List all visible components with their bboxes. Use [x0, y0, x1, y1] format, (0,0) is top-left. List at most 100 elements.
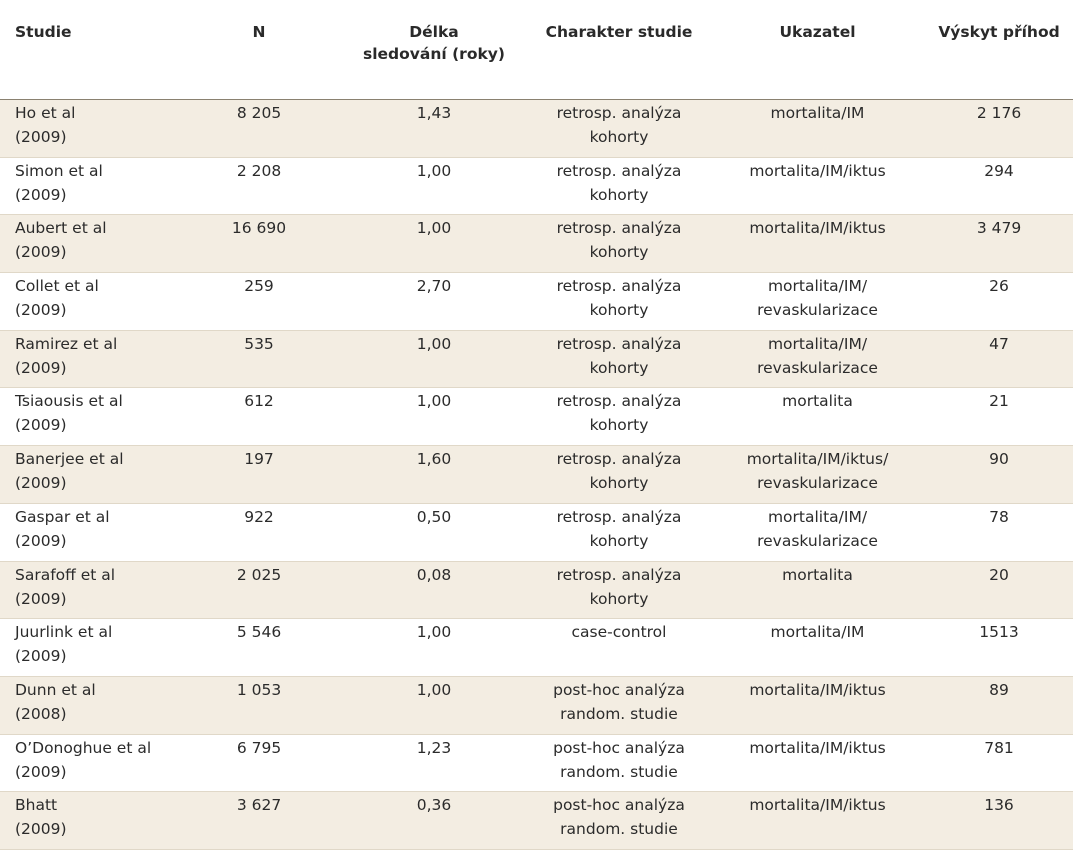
- cell-studie: Sarafoff et al (2009): [0, 561, 178, 620]
- study-name: Sarafoff et al: [15, 565, 116, 584]
- study-year: (2008): [15, 704, 67, 723]
- charakter-line2: kohorty: [589, 185, 649, 204]
- cell-studie: O’Donoghue et al (2009): [0, 734, 178, 793]
- cell-n: 2 208: [178, 157, 340, 216]
- cell-vyskyt: 21: [925, 387, 1073, 447]
- ukazatel-line1: mortalita/IM/iktus: [749, 738, 886, 757]
- header-n: N: [178, 0, 340, 100]
- ukazatel-line1: mortalita/IM/: [767, 334, 868, 353]
- study-year: (2009): [15, 243, 67, 262]
- study-year: (2009): [15, 589, 67, 608]
- charakter-line2: random. studie: [560, 762, 678, 781]
- charakter-line2: kohorty: [589, 358, 649, 377]
- study-year: (2009): [15, 531, 67, 550]
- ukazatel-line1: mortalita: [782, 565, 853, 584]
- charakter-line1: retrosp. analýza: [556, 565, 682, 584]
- study-name: Aubert et al: [15, 219, 107, 238]
- cell-studie: Ramirez et al (2009): [0, 330, 178, 389]
- cell-ukazatel: mortalita/IM/iktus: [710, 214, 925, 274]
- cell-delka: 2,70: [340, 272, 528, 331]
- cell-n: 535: [178, 330, 340, 389]
- study-name: Gaspar et al: [15, 507, 110, 526]
- cell-delka: 1,43: [340, 99, 528, 158]
- header-delka: Délka sledování (roky): [340, 0, 528, 100]
- cell-n: 612: [178, 387, 340, 447]
- table-row: Aubert et al (2009) 16 690 1,00 retrosp.…: [0, 214, 1073, 274]
- header-ukazatel: Ukazatel: [710, 0, 925, 100]
- cell-charakter: retrosp. analýza kohorty: [528, 445, 710, 504]
- cell-charakter: retrosp. analýza kohorty: [528, 157, 710, 216]
- studies-table: Studie N Délka sledování (roky) Charakte…: [0, 0, 1073, 850]
- charakter-line1: retrosp. analýza: [556, 161, 682, 180]
- cell-vyskyt: 136: [925, 791, 1073, 850]
- cell-studie: Dunn et al (2008): [0, 676, 178, 735]
- cell-vyskyt: 78: [925, 503, 1073, 562]
- table-row: Bhatt (2009) 3 627 0,36 post-hoc analýza…: [0, 791, 1073, 850]
- cell-delka: 1,00: [340, 676, 528, 735]
- cell-charakter: retrosp. analýza kohorty: [528, 503, 710, 562]
- ukazatel-line1: mortalita/IM/: [767, 277, 868, 296]
- cell-vyskyt: 20: [925, 561, 1073, 620]
- cell-n: 5 546: [178, 618, 340, 677]
- cell-studie: Aubert et al (2009): [0, 214, 178, 274]
- ukazatel-line2: revaskularizace: [757, 531, 878, 550]
- cell-vyskyt: 26: [925, 272, 1073, 331]
- ukazatel-line1: mortalita/IM: [770, 623, 865, 642]
- cell-vyskyt: 47: [925, 330, 1073, 389]
- charakter-line1: retrosp. analýza: [556, 450, 682, 469]
- table-body: Ho et al (2009) 8 205 1,43 retrosp. anal…: [0, 99, 1073, 850]
- study-name: Simon et al: [15, 161, 103, 180]
- study-name: O’Donoghue et al: [15, 738, 152, 757]
- table-row: Dunn et al (2008) 1 053 1,00 post-hoc an…: [0, 676, 1073, 735]
- cell-ukazatel: mortalita/IM/iktus: [710, 734, 925, 793]
- charakter-line1: post-hoc analýza: [553, 738, 685, 757]
- cell-charakter: retrosp. analýza kohorty: [528, 99, 710, 158]
- study-name: Juurlink et al: [15, 623, 113, 642]
- cell-charakter: post-hoc analýza random. studie: [528, 734, 710, 793]
- charakter-line1: retrosp. analýza: [556, 104, 682, 122]
- study-year: (2009): [15, 128, 67, 146]
- cell-delka: 1,60: [340, 445, 528, 504]
- cell-charakter: retrosp. analýza kohorty: [528, 330, 710, 389]
- charakter-line1: post-hoc analýza: [553, 680, 685, 699]
- study-year: (2009): [15, 647, 67, 666]
- cell-n: 2 025: [178, 561, 340, 620]
- study-name: Ho et al: [15, 104, 76, 122]
- cell-ukazatel: mortalita/IM/ revaskularizace: [710, 330, 925, 389]
- ukazatel-line2: revaskularizace: [757, 301, 878, 320]
- cell-studie: Simon et al (2009): [0, 157, 178, 216]
- header-charakter: Charakter studie: [528, 0, 710, 100]
- cell-ukazatel: mortalita/IM/ revaskularizace: [710, 503, 925, 562]
- cell-n: 6 795: [178, 734, 340, 793]
- cell-studie: Juurlink et al (2009): [0, 618, 178, 677]
- study-name: Dunn et al: [15, 680, 96, 699]
- table-row: Juurlink et al (2009) 5 546 1,00 case-co…: [0, 618, 1073, 677]
- charakter-line2: kohorty: [589, 474, 649, 493]
- header-delka-line1: Délka: [409, 23, 459, 41]
- study-year: (2009): [15, 762, 67, 781]
- ukazatel-line1: mortalita/IM/iktus/: [746, 450, 889, 469]
- cell-studie: Bhatt (2009): [0, 791, 178, 850]
- cell-n: 197: [178, 445, 340, 504]
- charakter-line2: random. studie: [560, 704, 678, 723]
- cell-n: 16 690: [178, 214, 340, 274]
- cell-studie: Gaspar et al (2009): [0, 503, 178, 562]
- cell-vyskyt: 89: [925, 676, 1073, 735]
- cell-delka: 1,00: [340, 330, 528, 389]
- cell-delka: 0,08: [340, 561, 528, 620]
- study-year: (2009): [15, 416, 67, 435]
- charakter-line2: random. studie: [560, 820, 678, 839]
- cell-vyskyt: 90: [925, 445, 1073, 504]
- cell-charakter: retrosp. analýza kohorty: [528, 561, 710, 620]
- charakter-line2: kohorty: [589, 416, 649, 435]
- table-row: Sarafoff et al (2009) 2 025 0,08 retrosp…: [0, 561, 1073, 620]
- cell-charakter: retrosp. analýza kohorty: [528, 272, 710, 331]
- charakter-line1: case-control: [571, 623, 667, 642]
- charakter-line2: kohorty: [589, 531, 649, 550]
- charakter-line1: retrosp. analýza: [556, 277, 682, 296]
- cell-n: 8 205: [178, 99, 340, 158]
- study-year: (2009): [15, 474, 67, 493]
- cell-n: 259: [178, 272, 340, 331]
- ukazatel-line1: mortalita/IM/iktus: [749, 219, 886, 238]
- ukazatel-line2: revaskularizace: [757, 358, 878, 377]
